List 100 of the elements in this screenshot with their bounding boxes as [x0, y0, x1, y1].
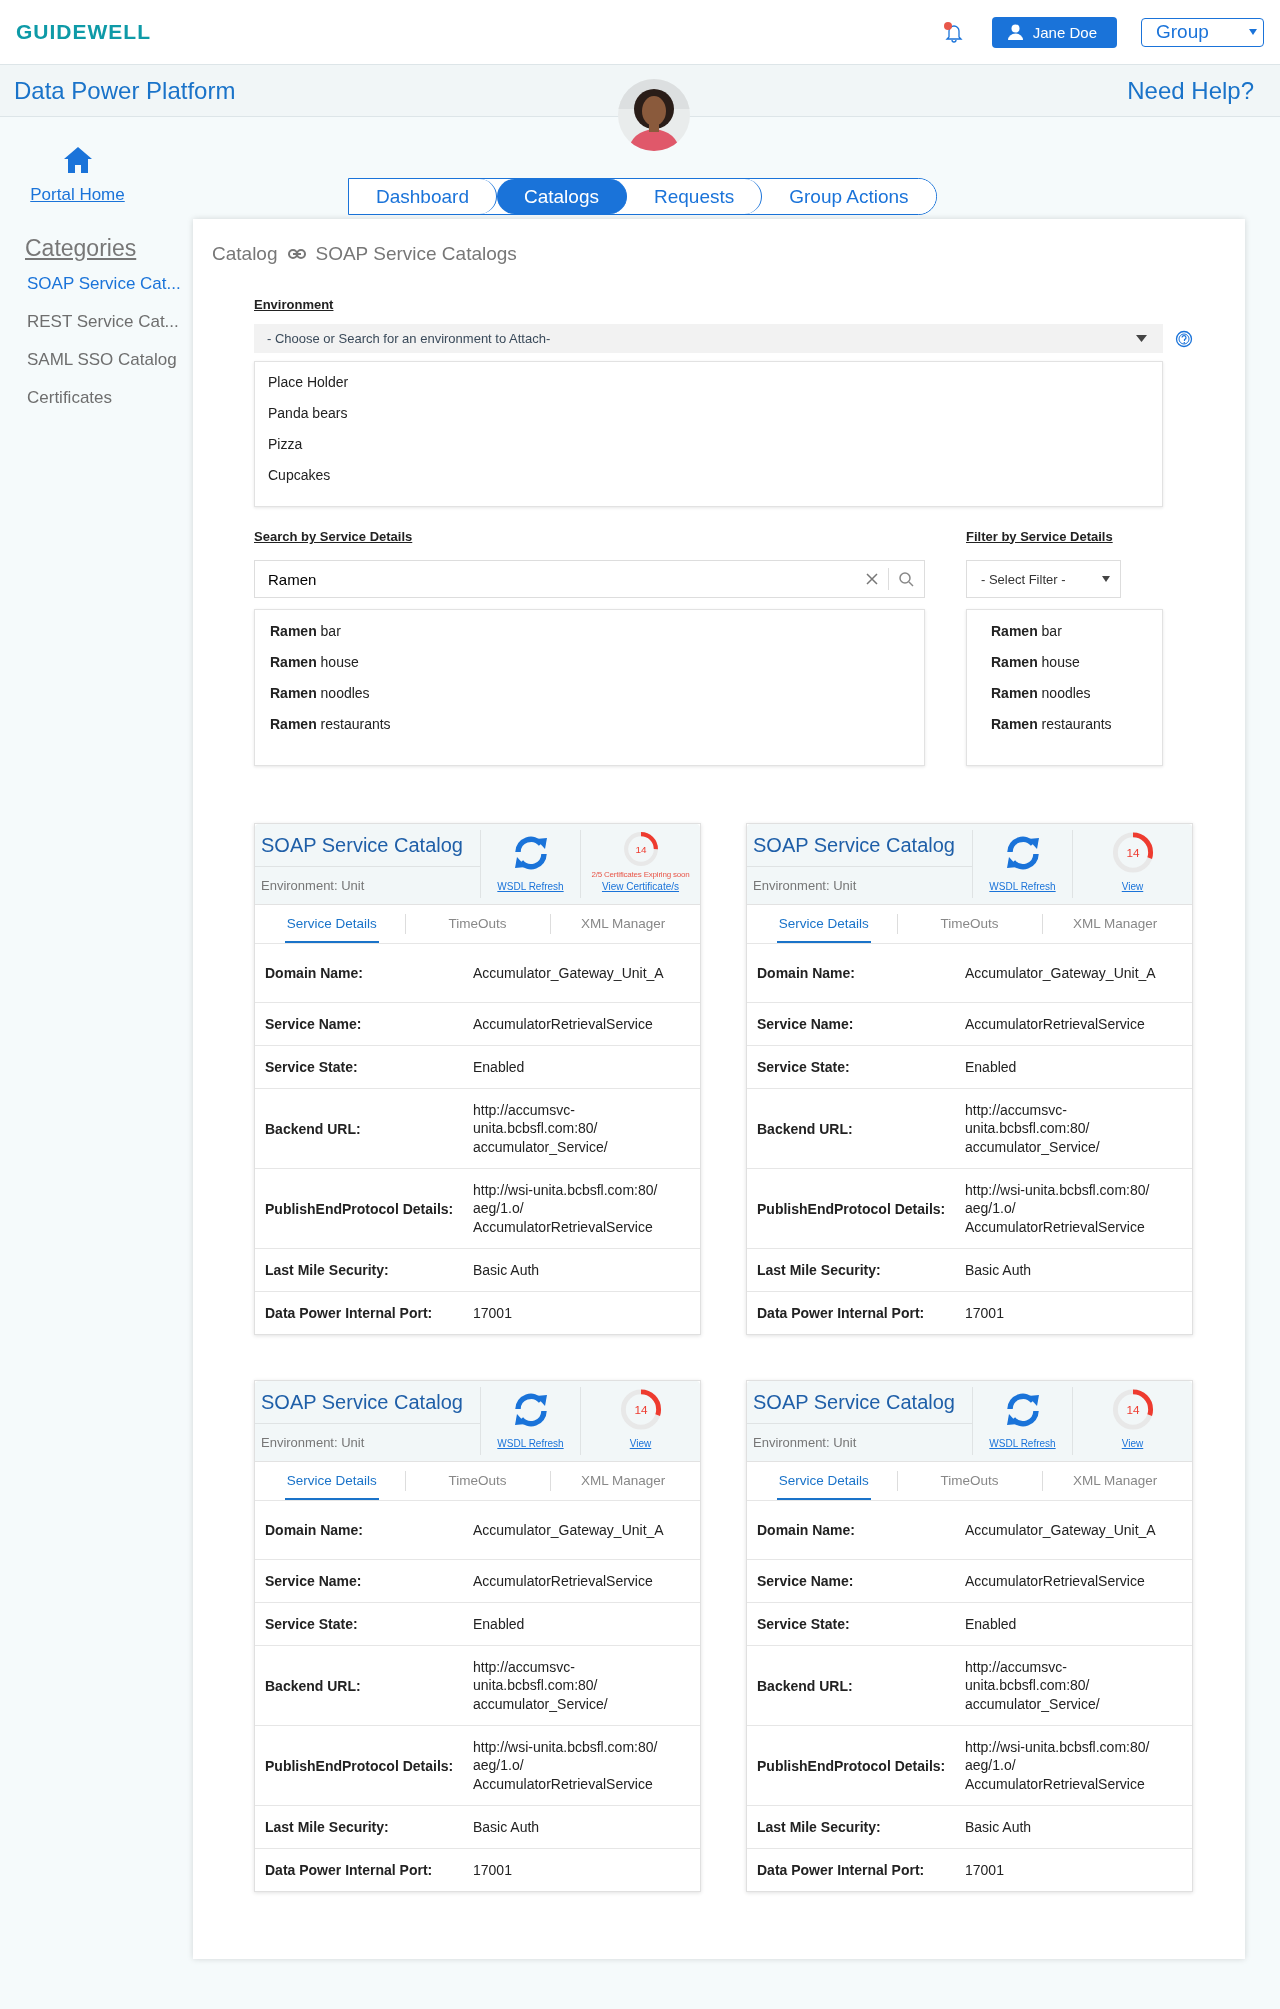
suggestion-item[interactable]: Ramen bar — [270, 623, 909, 639]
card-tab[interactable]: XML Manager — [1071, 1462, 1160, 1500]
card-tab[interactable]: Service Details — [776, 905, 871, 943]
field-label: Domain Name: — [757, 965, 857, 981]
dropdown-option[interactable]: Place Holder — [268, 374, 1149, 390]
field-value: Enabled — [965, 1614, 1017, 1634]
environment-select[interactable]: - Choose or Search for an environment to Attach- — [254, 324, 1163, 353]
field-value: AccumulatorRetrievalService — [965, 1014, 1145, 1034]
field-label: Service Name: — [265, 1573, 363, 1589]
card-tab[interactable]: TimeOuts — [938, 905, 1001, 943]
view-certificates-link[interactable]: View — [629, 1438, 652, 1449]
help-link[interactable]: Need Help? — [1127, 76, 1254, 105]
category-item[interactable]: SAML SSO Catalog — [27, 350, 193, 370]
field-value: http://wsi-unita.bcbsfl.com:80/ aeg/1.o/ AccumulatorRetrievalService — [473, 1738, 658, 1793]
suggestion-item[interactable]: Ramen bar — [991, 623, 1138, 639]
card-tab[interactable]: XML Manager — [579, 905, 668, 943]
suggestion-item[interactable]: Ramen noodles — [270, 685, 909, 701]
filter-label: Filter by Service Details — [966, 528, 1113, 544]
suggestion-item[interactable]: Ramen house — [270, 654, 909, 670]
card-title: SOAP Service Catalog — [747, 1381, 972, 1424]
nav-tab[interactable]: Catalogs — [496, 179, 627, 214]
search-label: Search by Service Details — [254, 529, 413, 544]
card-tab[interactable]: TimeOuts — [446, 905, 509, 943]
field-label: Service State: — [265, 1059, 359, 1075]
clear-icon[interactable] — [866, 573, 878, 585]
card-tab[interactable]: Service Details — [284, 1462, 379, 1500]
suggestion-item[interactable]: Ramen restaurants — [991, 716, 1138, 732]
field-value: AccumulatorRetrievalService — [965, 1571, 1145, 1591]
home-icon[interactable] — [63, 147, 92, 173]
field-label: Data Power Internal Port: — [265, 1862, 434, 1878]
field-label: PublishEndProtocol Details: — [757, 1757, 947, 1774]
field-value: Accumulator_Gateway_Unit_A — [965, 963, 1156, 983]
field-label: Domain Name: — [265, 1522, 365, 1538]
group-select[interactable]: Group — [1141, 17, 1264, 47]
field-label: Data Power Internal Port: — [265, 1305, 434, 1321]
field-label: PublishEndProtocol Details: — [757, 1200, 947, 1217]
dropdown-option[interactable]: Pizza — [268, 436, 1149, 452]
field-label: Domain Name: — [757, 1522, 857, 1538]
view-certificates-link[interactable]: View Certificate/s — [601, 881, 680, 892]
wsdl-refresh-link[interactable]: WSDL Refresh — [497, 1438, 564, 1449]
filter-select[interactable]: - Select Filter - — [966, 560, 1121, 598]
dropdown-option[interactable]: Cupcakes — [268, 467, 1149, 483]
category-item[interactable]: REST Service Cat... — [27, 312, 193, 332]
field-label: Backend URL: — [757, 1120, 854, 1137]
card-tab[interactable]: XML Manager — [1071, 905, 1160, 943]
field-label: Service State: — [757, 1059, 851, 1075]
environment-text: Environment: Unit — [260, 1434, 366, 1452]
field-value: http://wsi-unita.bcbsfl.com:80/ aeg/1.o/ AccumulatorRetrievalService — [965, 1738, 1150, 1793]
suggestion-item[interactable]: Ramen restaurants — [270, 716, 909, 732]
field-value: http://accumsvc- unita.bcbsfl.com:80/ accumulator_Service/ — [965, 1101, 1100, 1156]
category-item[interactable]: SOAP Service Cat... — [27, 274, 193, 294]
breadcrumb-item[interactable]: Catalog — [212, 243, 278, 265]
brand-logo: GUIDEWELL — [16, 20, 151, 44]
field-label: Last Mile Security: — [265, 1262, 390, 1278]
wsdl-refresh-link[interactable]: WSDL Refresh — [989, 1438, 1056, 1449]
environment-text: Environment: Unit — [752, 1434, 858, 1452]
environment-text: Environment: Unit — [752, 877, 858, 895]
field-value: Basic Auth — [473, 1260, 540, 1280]
field-value: 17001 — [473, 1860, 512, 1880]
field-label: Backend URL: — [265, 1677, 362, 1694]
search-field[interactable]: Ramen — [254, 560, 925, 598]
card-tab[interactable]: Service Details — [284, 905, 379, 943]
card-tab[interactable]: Service Details — [776, 1462, 871, 1500]
field-value: 17001 — [965, 1860, 1004, 1880]
field-label: Backend URL: — [757, 1677, 854, 1694]
field-value: Basic Auth — [965, 1817, 1032, 1837]
help-icon[interactable] — [1175, 329, 1193, 348]
field-value: Accumulator_Gateway_Unit_A — [473, 963, 664, 983]
field-value: http://accumsvc- unita.bcbsfl.com:80/ accumulator_Service/ — [473, 1101, 608, 1156]
environment-text: Environment: Unit — [260, 877, 366, 895]
breadcrumb-item: SOAP Service Catalogs — [315, 243, 517, 265]
category-item[interactable]: Certificates — [27, 388, 193, 408]
field-value: Basic Auth — [473, 1817, 540, 1837]
wsdl-refresh-link[interactable]: WSDL Refresh — [989, 881, 1056, 892]
card-title: SOAP Service Catalog — [255, 824, 480, 867]
field-value: Accumulator_Gateway_Unit_A — [473, 1520, 664, 1540]
field-value: http://accumsvc- unita.bcbsfl.com:80/ accumulator_Service/ — [473, 1658, 608, 1713]
card-tab[interactable]: TimeOuts — [446, 1462, 509, 1500]
field-value: AccumulatorRetrievalService — [473, 1571, 653, 1591]
card-tab[interactable]: XML Manager — [579, 1462, 668, 1500]
search-icon[interactable] — [899, 571, 914, 587]
expiry-warning: 2/5 Certificates Expiring soon — [591, 870, 690, 879]
user-icon — [1007, 24, 1023, 40]
link-icon — [287, 249, 306, 259]
suggestion-item[interactable]: Ramen house — [991, 654, 1138, 670]
wsdl-refresh-link[interactable]: WSDL Refresh — [497, 881, 564, 892]
field-value: Enabled — [473, 1057, 525, 1077]
card-tab[interactable]: TimeOuts — [938, 1462, 1001, 1500]
environment-label: Environment — [254, 297, 334, 312]
view-certificates-link[interactable]: View — [1121, 1438, 1144, 1449]
dropdown-option[interactable]: Panda bears — [268, 405, 1149, 421]
field-value: http://accumsvc- unita.bcbsfl.com:80/ accumulator_Service/ — [965, 1658, 1100, 1713]
field-label: Last Mile Security: — [757, 1262, 882, 1278]
suggestion-item[interactable]: Ramen noodles — [991, 685, 1138, 701]
view-certificates-link[interactable]: View — [1121, 881, 1144, 892]
field-label: Service Name: — [757, 1016, 855, 1032]
user-button[interactable]: Jane Doe — [991, 16, 1117, 48]
portal-home-link[interactable]: Portal Home — [30, 185, 125, 205]
caret-icon — [1136, 335, 1147, 342]
caret-icon — [1249, 29, 1257, 35]
